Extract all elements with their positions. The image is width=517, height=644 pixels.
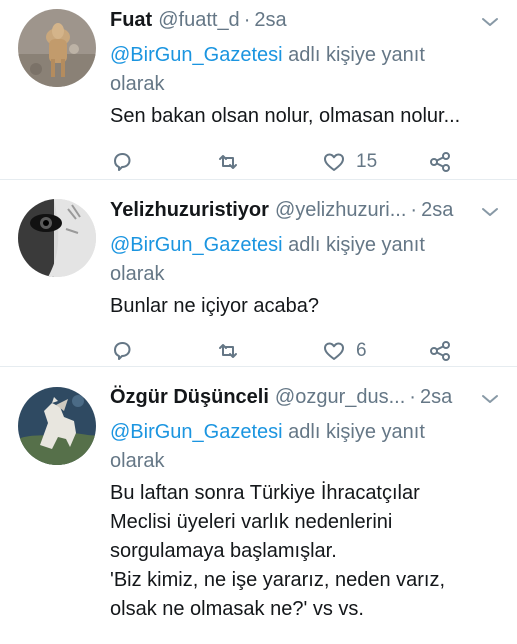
- reply-context: @BirGun_Gazetesi adlı kişiye yanıt olara…: [110, 231, 503, 289]
- reply-suffix: adlı kişiye yanıt: [282, 44, 425, 66]
- reply-suffix-line2: olarak: [110, 450, 165, 472]
- separator: ·: [410, 199, 418, 221]
- reply-suffix-line2: olarak: [110, 263, 165, 285]
- separator: ·: [243, 9, 251, 31]
- tweet-text-line: Bu laftan sonra Türkiye İhracatçılar: [110, 482, 420, 504]
- user-handle[interactable]: @ozgur_dus...: [275, 385, 405, 409]
- like-count: 6: [356, 340, 367, 361]
- timestamp[interactable]: 2sa: [420, 385, 452, 409]
- like-button[interactable]: 6: [322, 339, 367, 363]
- tweet-header: Özgür Düşünceli @ozgur_dus... · 2sa: [110, 385, 503, 409]
- tweet-text-line: 'Biz kimiz, ne işe yararız, neden varız,: [110, 569, 446, 591]
- tweet[interactable]: Özgür Düşünceli @ozgur_dus... · 2sa @Bir…: [0, 367, 517, 644]
- chevron-down-icon[interactable]: [481, 16, 499, 28]
- reply-suffix: adlı kişiye yanıt: [282, 234, 425, 256]
- timestamp[interactable]: 2sa: [421, 198, 453, 222]
- tweet-text: Bunlar ne içiyor acaba?: [110, 292, 503, 321]
- retweet-icon: [219, 344, 237, 358]
- like-count: 15: [356, 151, 378, 172]
- avatar[interactable]: [18, 387, 96, 465]
- like-button[interactable]: 15: [322, 150, 377, 174]
- tweet-text: Bu laftan sonra Türkiye İhracatçılar Mec…: [110, 479, 503, 624]
- tweet[interactable]: Yelizhuzuristiyor @yelizhuzuri... · 2sa …: [0, 180, 517, 367]
- horse-avatar-image: [18, 387, 96, 465]
- tweet-actions: 3: [110, 628, 503, 644]
- separator: ·: [409, 386, 416, 408]
- share-icon: [430, 341, 450, 361]
- tweet[interactable]: Fuat @fuatt_d · 2sa @BirGun_Gazetesi adl…: [0, 0, 517, 180]
- chevron-down-icon[interactable]: [481, 206, 499, 218]
- tweet-actions: 15: [110, 139, 503, 185]
- reply-button[interactable]: [110, 150, 134, 174]
- reply-suffix: adlı kişiye yanıt: [282, 421, 425, 443]
- retweet-button[interactable]: [216, 150, 240, 174]
- reply-context: @BirGun_Gazetesi adlı kişiye yanıt olara…: [110, 418, 503, 476]
- user-handle[interactable]: @yelizhuzuri...: [275, 198, 406, 222]
- avatar[interactable]: [18, 199, 96, 277]
- goat-avatar-image: [18, 9, 96, 87]
- reply-icon: [114, 342, 131, 360]
- heart-icon: [324, 342, 344, 360]
- reply-button[interactable]: [110, 339, 134, 363]
- eye-avatar-image: [18, 199, 96, 277]
- tweet-text-line: Meclisi üyeleri varlık nedenlerini: [110, 511, 393, 533]
- timestamp[interactable]: 2sa: [254, 8, 286, 32]
- reply-icon: [114, 153, 131, 171]
- timeline: Fuat @fuatt_d · 2sa @BirGun_Gazetesi adl…: [0, 0, 517, 644]
- reply-context: @BirGun_Gazetesi adlı kişiye yanıt olara…: [110, 41, 503, 99]
- tweet-text-line: Sen bakan olsan nolur, olmasan nolur...: [110, 105, 461, 127]
- retweet-button[interactable]: [216, 339, 240, 363]
- reply-suffix-line2: olarak: [110, 73, 165, 95]
- display-name[interactable]: Fuat: [110, 8, 152, 32]
- heart-icon: [324, 153, 344, 171]
- tweet-text-line: olsak ne olmasak ne?' vs vs.: [110, 598, 364, 620]
- share-button[interactable]: [428, 339, 452, 363]
- retweet-icon: [219, 155, 237, 169]
- user-handle[interactable]: @fuatt_d: [158, 8, 239, 32]
- share-button[interactable]: [428, 150, 452, 174]
- chevron-down-icon[interactable]: [481, 393, 499, 405]
- tweet-text-line: sorgulamaya başlamışlar.: [110, 540, 337, 562]
- share-icon: [430, 152, 450, 172]
- mention-link[interactable]: @BirGun_Gazetesi: [110, 234, 283, 256]
- mention-link[interactable]: @BirGun_Gazetesi: [110, 44, 283, 66]
- tweet-text: Sen bakan olsan nolur, olmasan nolur...: [110, 102, 503, 131]
- display-name[interactable]: Özgür Düşünceli: [110, 385, 269, 409]
- tweet-header: Yelizhuzuristiyor @yelizhuzuri... · 2sa: [110, 198, 503, 222]
- avatar[interactable]: [18, 9, 96, 87]
- tweet-text-line: Bunlar ne içiyor acaba?: [110, 295, 320, 317]
- mention-link[interactable]: @BirGun_Gazetesi: [110, 421, 283, 443]
- display-name[interactable]: Yelizhuzuristiyor: [110, 198, 269, 222]
- tweet-header: Fuat @fuatt_d · 2sa: [110, 8, 503, 32]
